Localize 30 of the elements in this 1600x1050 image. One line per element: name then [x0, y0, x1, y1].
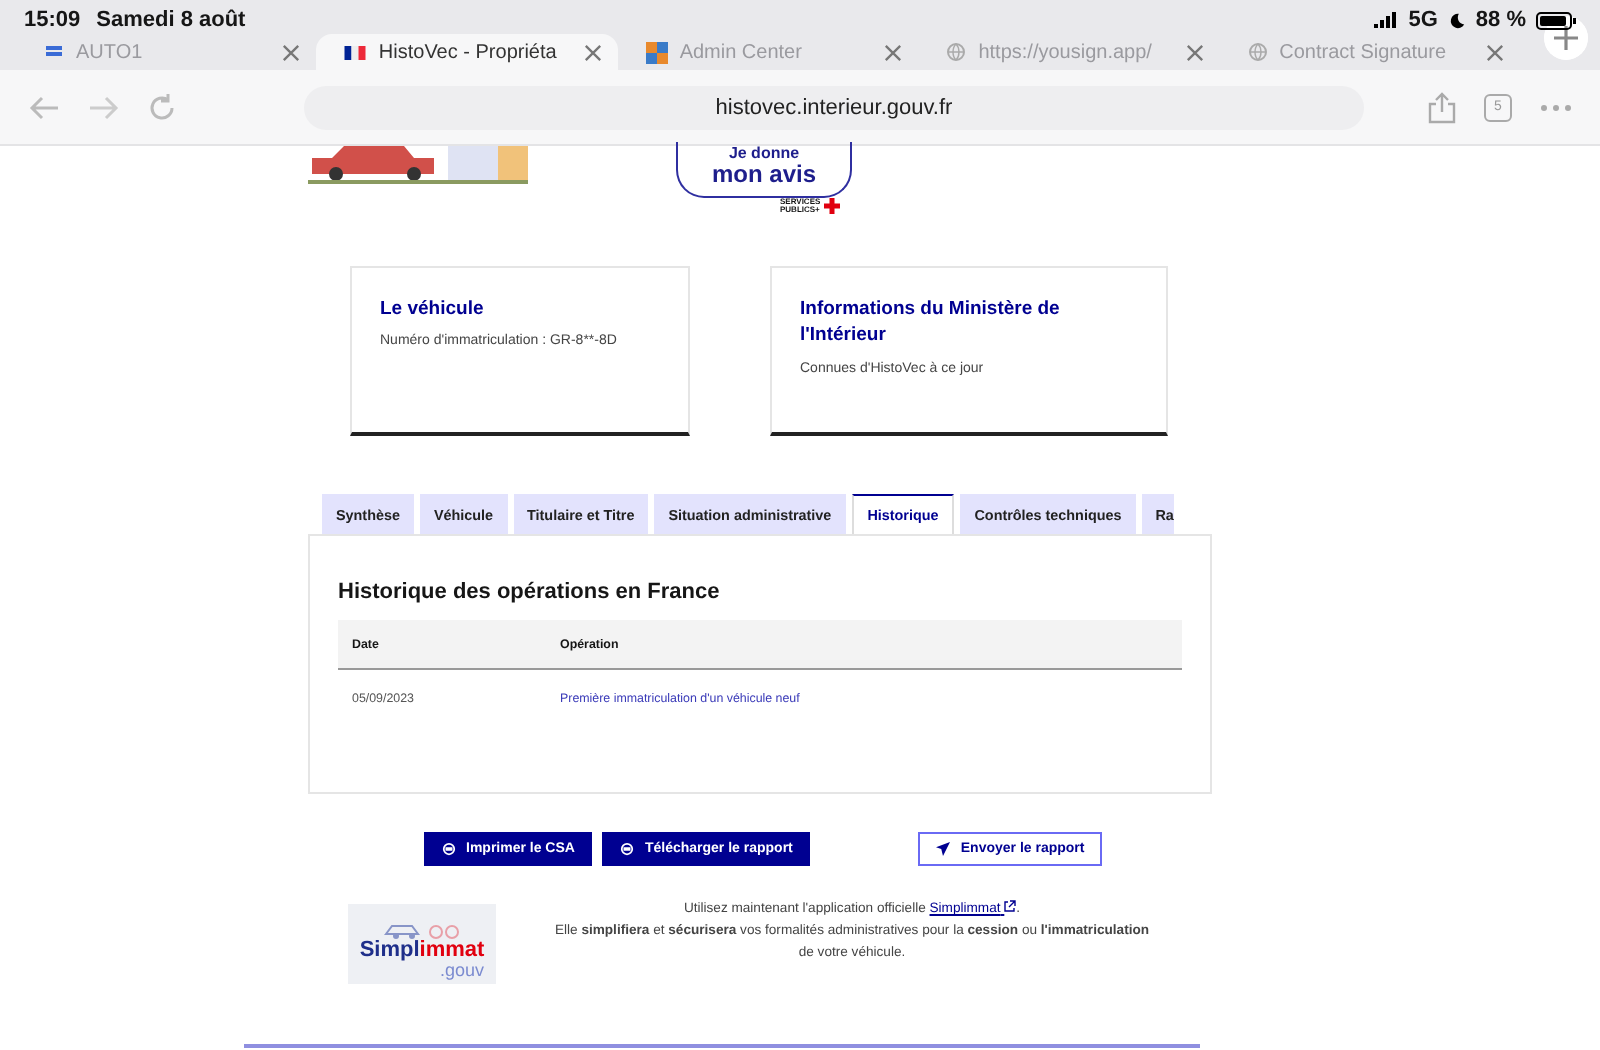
signal-icon [1374, 12, 1399, 28]
globe-icon [946, 42, 967, 62]
plus-icon [824, 198, 841, 214]
panel-title: Historique des opérations en France [338, 580, 722, 604]
close-icon[interactable] [1185, 43, 1204, 61]
card-title: Le véhicule [380, 296, 486, 323]
share-icon[interactable] [1428, 91, 1456, 123]
close-icon[interactable] [884, 43, 903, 61]
close-icon[interactable] [282, 43, 301, 61]
more-icon[interactable] [1540, 103, 1572, 111]
moon-icon [1447, 11, 1466, 29]
simplimmat-logo: Simplimmat .gouv [348, 904, 496, 984]
globe-icon [1247, 42, 1268, 62]
close-icon[interactable] [583, 43, 602, 61]
status-date: Samedi 8 août [96, 8, 246, 32]
flag-icon [344, 45, 367, 59]
car-icon [382, 920, 462, 940]
browser-tab[interactable]: HistoVec - Propriéta [316, 34, 618, 70]
status-time: 15:09 [24, 8, 81, 32]
network-label: 5G [1408, 8, 1438, 32]
external-link-icon [1004, 900, 1017, 912]
battery-percent: 88 % [1475, 8, 1526, 32]
battery-icon [1536, 11, 1576, 29]
card-title: Informations du Ministère de l'Intérieur [800, 296, 1062, 350]
feedback-badge[interactable]: Je donne mon avis [676, 142, 852, 198]
app-icon [44, 42, 64, 62]
squares-icon [645, 41, 668, 63]
close-icon[interactable] [1486, 43, 1505, 61]
address-field[interactable]: histovec.interieur.gouv.fr [304, 85, 1364, 129]
send-icon [936, 842, 951, 856]
